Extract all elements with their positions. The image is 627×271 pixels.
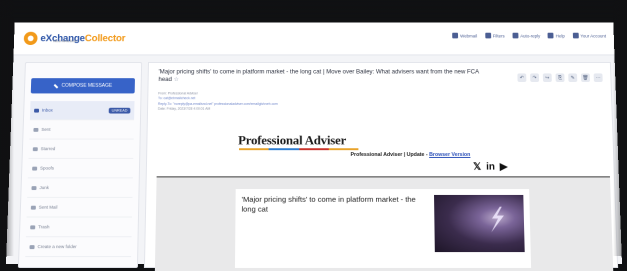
twitter-icon[interactable]: 𝕏 [473,162,481,173]
linkedin-icon[interactable]: in [486,162,495,173]
create-folder-link[interactable]: Create a new folder [25,237,132,258]
nav-filters[interactable]: Filters [484,32,505,39]
folder-inbox[interactable]: Inbox UNREAD [29,101,135,121]
message-pane: 'Major pricing shifts' to come in platfo… [143,62,619,271]
sent-mail-icon [30,205,36,210]
top-nav: Webmail Filters Auto-reply Help Your Acc… [452,32,606,39]
article-card[interactable]: 'Major pricing shifts' to come in platfo… [234,189,532,268]
message-subject: 'Major pricing shifts' to come in platfo… [158,68,479,83]
reply-all-icon[interactable]: ↷ [530,73,540,82]
copy-icon[interactable]: ⎘ [555,73,565,82]
message-meta: From: Professional Adviser To: cat@ebmai… [158,92,278,112]
meta-date: Date: Friday, 2023/7/28 4:00:01 AM [157,106,211,111]
help-icon [547,32,554,39]
folder-sent[interactable]: Sent [29,120,135,140]
more-icon[interactable]: ⋯ [593,73,603,82]
reply-icon [512,32,519,39]
message-actions: ↶ ↷ ↪ ⎘ ✎ 🗑 ⋯ [517,73,603,82]
sent-icon [33,127,39,132]
account-icon [572,32,579,39]
mail-icon [452,32,459,39]
browser-version-link[interactable]: Browser Version [429,152,470,158]
brand-underline [239,148,359,151]
delete-icon[interactable]: 🗑 [580,73,591,82]
unread-badge: UNREAD [108,107,131,114]
forward-icon[interactable]: ↪ [542,73,552,82]
underline-segment [328,148,359,151]
logo-icon [23,31,38,45]
update-line: Professional Adviser | Update - Browser … [350,152,471,158]
folder-starred[interactable]: Starred [28,139,134,159]
reply-icon[interactable]: ↶ [517,73,527,82]
edit-icon[interactable]: ✎ [568,73,578,82]
star-icon [32,146,38,151]
lightning-image [490,206,505,233]
filter-icon [484,32,491,39]
folder-trash[interactable]: Trash [25,217,132,238]
nav-webmail[interactable]: Webmail [452,32,477,39]
social-links: 𝕏 in ▶ [473,162,507,173]
article-headline[interactable]: 'Major pricing shifts' to come in platfo… [241,195,430,215]
spoof-icon [32,166,38,171]
nav-auto-reply[interactable]: Auto-reply [512,32,540,39]
folder-junk[interactable]: Junk [27,178,133,198]
youtube-icon[interactable]: ▶ [500,162,508,173]
article-image[interactable] [434,194,525,253]
folder-list: Inbox UNREAD Sent Starred Spoofs Junk Se… [25,101,135,258]
plus-icon [29,244,35,249]
star-icon[interactable]: ☆ [174,77,179,83]
logo-subtitle: WEB MAILBOX [52,39,77,44]
top-bar: eXchangeCollector WEB MAILBOX Webmail Fi… [13,22,615,56]
underline-segment [239,148,269,151]
inbox-icon [34,108,40,113]
folder-sent-mail[interactable]: Sent Mail [26,197,133,218]
trash-icon [30,224,36,229]
folder-spoofs[interactable]: Spoofs [27,158,134,179]
pencil-icon [53,82,60,89]
underline-segment [268,148,299,151]
sidebar: COMPOSE MESSAGE Inbox UNREAD Sent Starre… [17,62,143,268]
nav-account[interactable]: Your Account [572,32,606,39]
newsletter-brand[interactable]: Professional Adviser [238,133,346,148]
browser-window: eXchangeCollector WEB MAILBOX Webmail Fi… [6,22,622,271]
nav-help[interactable]: Help [547,32,565,39]
junk-icon [31,185,37,190]
underline-segment [298,148,329,151]
compose-button[interactable]: COMPOSE MESSAGE [30,78,135,94]
